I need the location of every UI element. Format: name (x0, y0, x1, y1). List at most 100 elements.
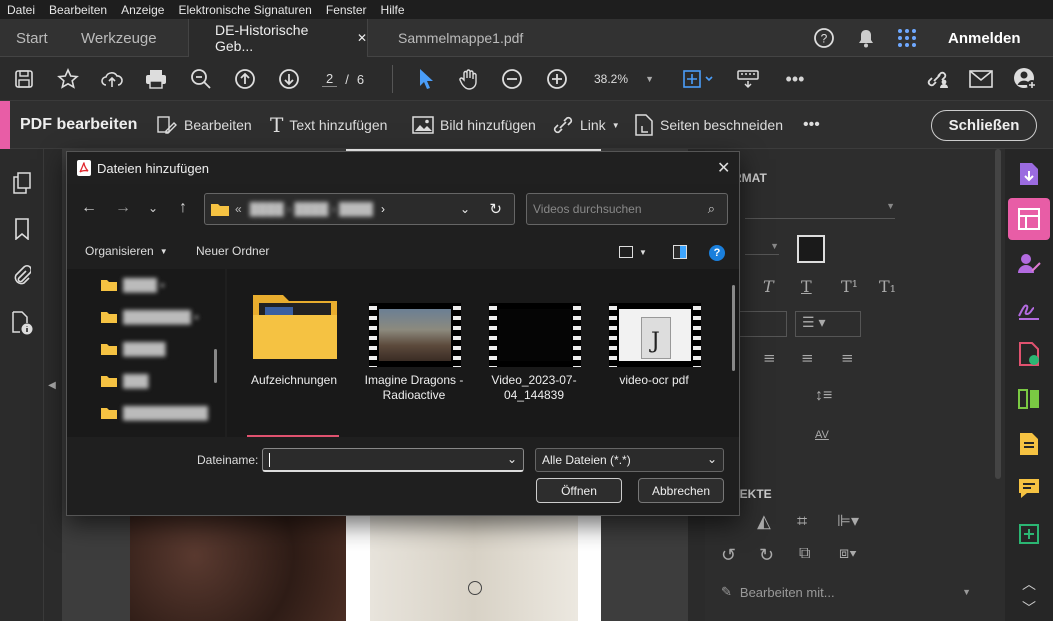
forward-arrow-icon[interactable]: → (113, 198, 133, 218)
superscript-icon[interactable]: T¹ (841, 277, 858, 296)
menu-file[interactable]: Datei (7, 3, 35, 17)
print-icon[interactable] (144, 67, 168, 91)
tree-scrollbar[interactable] (214, 349, 217, 383)
help-icon[interactable]: ? (709, 245, 725, 261)
crop-pages-button[interactable]: Seiten beschneiden (634, 101, 783, 149)
tree-folder-item[interactable]: ████████ ▪ (101, 307, 199, 327)
video-thumbnail-icon[interactable] (369, 303, 461, 367)
zoom-search-icon[interactable] (189, 67, 213, 91)
close-edit-button[interactable]: Schließen (931, 110, 1037, 141)
align-center-icon[interactable]: ≡ (763, 349, 776, 367)
comment-pdf-icon[interactable] (1008, 423, 1050, 465)
zoom-out-icon[interactable] (500, 67, 524, 91)
tree-folder-item[interactable]: ███ (101, 371, 149, 391)
align-objects-icon[interactable]: ⊫▾ (837, 511, 859, 531)
refresh-icon[interactable]: ↻ (489, 200, 502, 218)
filetype-select[interactable]: Alle Dateien (*.*) ⌄ (535, 448, 724, 472)
select-cursor-icon[interactable] (414, 67, 438, 91)
menu-view[interactable]: Anzeige (121, 3, 164, 17)
hand-tool-icon[interactable] (457, 67, 481, 91)
menu-help[interactable]: Hilfe (381, 3, 405, 17)
compress-pdf-icon[interactable] (1008, 513, 1050, 555)
file-item-label[interactable]: Aufzeichnungen (239, 373, 349, 388)
view-menu[interactable]: ▼ (619, 244, 655, 260)
expand-left-panel-icon[interactable]: ◀ (46, 373, 58, 397)
tree-folder-item[interactable]: ████ ▪ (101, 275, 165, 295)
page-number-input[interactable]: 2 (322, 71, 338, 87)
edit-with-select[interactable]: ✎ Bearbeiten mit... ▼ (721, 581, 971, 603)
grid-scrollbar[interactable] (732, 285, 735, 371)
comment-icon[interactable] (1008, 468, 1050, 510)
tab-close-icon[interactable]: ✕ (357, 31, 367, 45)
menu-signatures[interactable]: Elektronische Signaturen (178, 3, 311, 17)
create-pdf-icon[interactable] (1008, 333, 1050, 375)
edit-button[interactable]: Bearbeiten (156, 101, 252, 149)
help-icon[interactable]: ? (812, 26, 836, 50)
pages-icon[interactable] (10, 171, 34, 195)
char-spacing-icon[interactable]: AV (815, 429, 829, 441)
signin-button[interactable]: Anmelden (948, 19, 1021, 57)
menu-window[interactable]: Fenster (326, 3, 367, 17)
chevron-down-icon[interactable]: ⌄ (507, 452, 517, 466)
italic-icon[interactable]: T (763, 277, 774, 296)
crop-icon[interactable]: ⌗ (797, 511, 807, 532)
file-item-label[interactable]: Imagine Dragons - Radioactive (359, 373, 469, 403)
replace-image-icon[interactable]: ⧉ (799, 545, 810, 563)
numbered-list-select[interactable]: ☰ ▾ (795, 311, 861, 337)
justify-icon[interactable]: ≡ (841, 349, 854, 367)
organize-pages-icon[interactable] (1008, 378, 1050, 420)
menu-edit[interactable]: Bearbeiten (49, 3, 107, 17)
up-arrow-icon[interactable]: ↑ (173, 198, 193, 218)
address-bar[interactable]: « ████ › ████ › ████ › ⌄ ↻ (204, 193, 515, 225)
flip-horizontal-icon[interactable]: ◭ (757, 511, 771, 532)
filename-input[interactable]: ⌄ (262, 448, 524, 472)
folder-large-icon[interactable] (253, 289, 337, 359)
rotate-right-icon[interactable]: ↻ (759, 545, 774, 566)
partial-thumbnail[interactable] (247, 435, 339, 437)
file-item-label[interactable]: Video_2023-07-04_144839 (479, 373, 589, 403)
organize-menu[interactable]: Organisieren ▼ (85, 244, 168, 258)
mail-icon[interactable] (968, 67, 994, 91)
bell-icon[interactable] (854, 26, 878, 50)
more-icon[interactable]: ••• (783, 67, 807, 91)
rail-scroll-down-icon[interactable]: ﹀ (1008, 596, 1050, 620)
request-signature-icon[interactable] (1008, 243, 1050, 285)
align-right-icon[interactable]: ≡ (801, 349, 814, 367)
tab-tools[interactable]: Werkzeuge (81, 19, 157, 57)
back-arrow-icon[interactable]: ← (79, 198, 99, 218)
new-folder-button[interactable]: Neuer Ordner (196, 244, 269, 258)
apps-grid-icon[interactable] (895, 26, 919, 50)
edit-more-icon[interactable]: ••• (803, 101, 820, 149)
subscript-icon[interactable]: T₁ (879, 277, 896, 296)
attachment-icon[interactable] (10, 263, 34, 287)
open-button[interactable]: Öffnen (536, 478, 622, 503)
preview-pane-icon[interactable] (673, 245, 687, 259)
rotate-left-icon[interactable]: ↺ (721, 545, 736, 566)
add-text-button[interactable]: T Text hinzufügen (270, 101, 387, 149)
save-icon[interactable] (12, 67, 36, 91)
export-pdf-icon[interactable] (1008, 153, 1050, 195)
tree-folder-item[interactable]: ██████████ (101, 403, 208, 423)
add-image-button[interactable]: Bild hinzufügen (412, 101, 536, 149)
page-down-icon[interactable] (277, 67, 301, 91)
tab-start[interactable]: Start (16, 19, 48, 57)
font-family-select[interactable]: ▼ (745, 201, 895, 219)
zoom-in-icon[interactable] (545, 67, 569, 91)
add-user-icon[interactable] (1012, 67, 1038, 91)
tab-document-2[interactable]: Sammelmappe1.pdf (398, 19, 523, 57)
page-up-icon[interactable] (233, 67, 257, 91)
chevron-down-icon[interactable]: ⌄ (460, 202, 470, 216)
cancel-button[interactable]: Abbrechen (638, 478, 724, 503)
video-thumbnail-icon[interactable] (489, 303, 581, 367)
keyboard-icon[interactable] (736, 67, 760, 91)
tree-folder-item[interactable]: █████ (101, 339, 166, 359)
file-item-label[interactable]: video-ocr pdf (599, 373, 709, 388)
document-info-icon[interactable] (10, 311, 34, 335)
video-thumbnail-icon[interactable]: J (609, 303, 701, 367)
search-input[interactable]: Videos durchsuchen ⌕ (526, 193, 728, 225)
star-icon[interactable] (56, 67, 80, 91)
line-spacing-icon[interactable]: ↕≡ (815, 387, 832, 405)
tab-document-active[interactable]: DE-Historische Geb... ✕ (188, 19, 368, 57)
fit-page-icon[interactable] (680, 67, 716, 91)
bookmark-icon[interactable] (10, 217, 34, 241)
